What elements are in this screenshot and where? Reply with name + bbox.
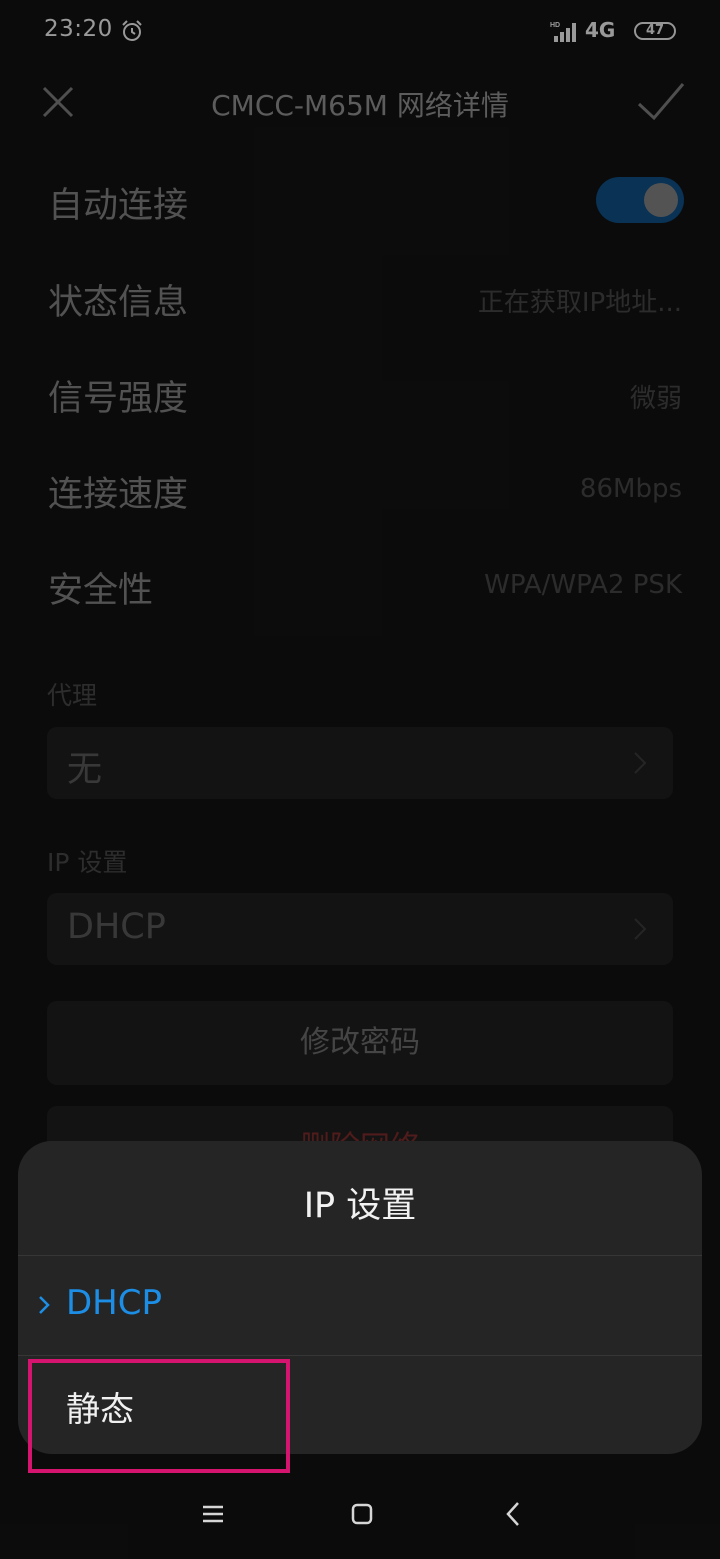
divider xyxy=(18,1255,702,1256)
navigation-bar xyxy=(0,1470,720,1559)
screen: 23:20 HD 4G 47 CMCC-M65M 网络详情 自动连接 状态信息 … xyxy=(0,0,720,1559)
option-dhcp[interactable]: DHCP xyxy=(18,1257,702,1355)
chevron-right-icon xyxy=(39,1296,50,1314)
option-dhcp-label: DHCP xyxy=(66,1283,162,1323)
menu-icon[interactable] xyxy=(197,1498,229,1530)
sheet-title: IP 设置 xyxy=(303,1186,417,1226)
home-icon[interactable] xyxy=(346,1498,378,1530)
back-icon[interactable] xyxy=(498,1498,530,1530)
highlight-box xyxy=(28,1359,290,1473)
